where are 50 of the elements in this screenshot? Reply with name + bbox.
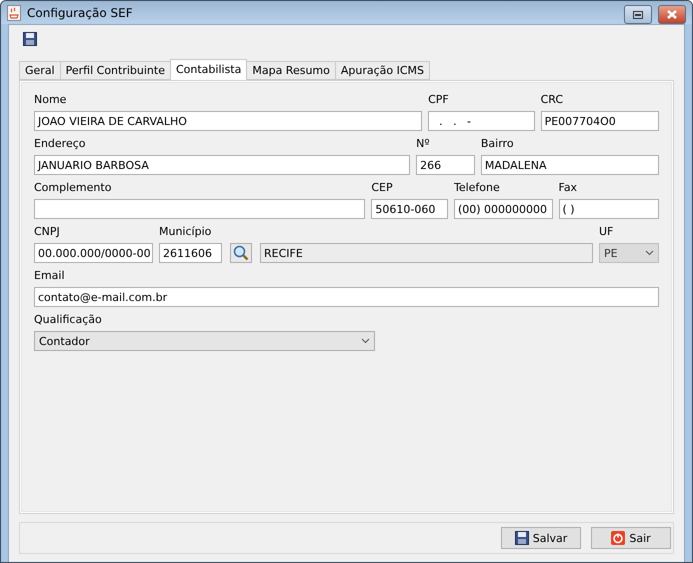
field-label: UF [599, 225, 614, 239]
field-label: Bairro [480, 137, 515, 151]
field-label: CPF [428, 93, 450, 107]
tab[interactable]: Contabilista [170, 59, 248, 80]
field-label: Telefone [454, 181, 501, 195]
field-label: Município [159, 225, 212, 239]
readonly-field: RECIFE [260, 243, 593, 263]
field-label: Endereço [34, 137, 86, 151]
chevron-down-icon [645, 250, 654, 256]
text-field[interactable]: contato@e-mail.com.br [34, 287, 659, 307]
tab[interactable]: Perfil Contribuinte [60, 61, 171, 80]
window-title: Configuração SEF [27, 6, 134, 20]
tab[interactable]: Mapa Resumo [246, 61, 336, 80]
text-field[interactable]: MADALENA [480, 155, 659, 175]
app-icon [7, 4, 21, 20]
chevron-down-icon [361, 338, 370, 344]
maximize-button[interactable] [624, 5, 652, 24]
save-button[interactable]: Salvar [501, 527, 581, 549]
close-icon [667, 10, 677, 19]
field-label: Qualificação [34, 313, 103, 327]
save-icon [514, 531, 529, 545]
power-icon [611, 531, 626, 545]
text-field[interactable]: 2611606 [159, 243, 222, 263]
text-field[interactable]: 50610-060 [371, 199, 448, 219]
maximize-icon [633, 10, 643, 18]
save-icon[interactable] [23, 32, 37, 46]
text-field[interactable]: ( ) [558, 199, 659, 219]
magnifier-icon [233, 245, 249, 261]
field-label: CEP [371, 181, 394, 195]
text-field[interactable] [34, 199, 366, 219]
close-button[interactable] [658, 5, 686, 24]
field-label: CRC [540, 93, 564, 107]
text-field[interactable]: 00.000.000/0000-00 [34, 243, 153, 263]
text-field[interactable]: (00) 000000000 [454, 199, 552, 219]
text-field[interactable]: PE007704O0 [540, 111, 659, 131]
text-field[interactable]: JANUARIO BARBOSA [34, 155, 410, 175]
text-field[interactable]: . . - [428, 111, 535, 131]
field-label: Email [34, 269, 66, 283]
search-button[interactable] [230, 243, 252, 263]
text-field[interactable]: 266 [416, 155, 475, 175]
exit-button[interactable]: Sair [591, 527, 671, 549]
field-label: Nº [416, 137, 431, 151]
field-label: Fax [558, 181, 578, 195]
text-field[interactable]: JOAO VIEIRA DE CARVALHO [34, 111, 422, 131]
field-label: CNPJ [34, 225, 61, 239]
field-label: Complemento [34, 181, 112, 195]
dropdown[interactable]: Contador [34, 331, 375, 351]
field-label: Nome [34, 93, 68, 107]
tab[interactable]: Apuração ICMS [334, 61, 430, 80]
tab[interactable]: Geral [19, 61, 61, 80]
